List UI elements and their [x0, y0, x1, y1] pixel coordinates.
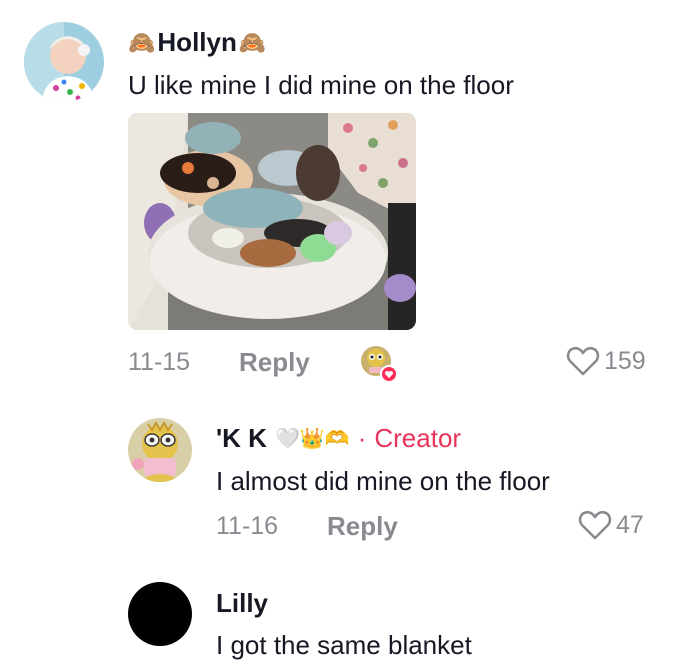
- comment-photo[interactable]: [128, 113, 416, 330]
- comment-text: I got the same blanket: [216, 630, 472, 660]
- comments-panel: 🙈 Hollyn 🙈 U like mine I did mine on the…: [0, 0, 686, 668]
- like-button[interactable]: 47: [578, 509, 644, 541]
- avatar-lilly[interactable]: [128, 582, 192, 646]
- creator-liked-badge: [360, 345, 398, 383]
- comment-username[interactable]: 🙈 Hollyn 🙈: [128, 27, 266, 58]
- like-count: 159: [604, 346, 646, 375]
- heart-outline-icon: [566, 346, 600, 376]
- comment-date: 11-15: [128, 348, 191, 376]
- avatar-kk[interactable]: [128, 418, 192, 482]
- username-emojis: 🤍👑🫶: [274, 428, 350, 450]
- reply-username-row[interactable]: 'K K 🤍👑🫶 · Creator: [216, 423, 461, 454]
- heart-outline-icon: [578, 510, 612, 540]
- reply-date: 11-16: [216, 512, 279, 540]
- comment-username[interactable]: Lilly: [216, 588, 268, 619]
- see-no-evil-monkey-icon: 🙈: [128, 29, 156, 55]
- reply-button[interactable]: Reply: [239, 347, 310, 378]
- reply-button[interactable]: Reply: [327, 511, 398, 542]
- avatar-hollyn[interactable]: [24, 22, 104, 102]
- comment-text: U like mine I did mine on the floor: [128, 70, 514, 100]
- like-button[interactable]: 159: [566, 345, 646, 377]
- reply-text: I almost did mine on the floor: [216, 466, 550, 496]
- creator-label: Creator: [374, 423, 462, 453]
- separator-dot: ·: [357, 423, 367, 453]
- see-no-evil-monkey-icon: 🙈: [238, 29, 267, 55]
- username-text: Hollyn: [157, 27, 237, 57]
- username-text: 'K K: [216, 423, 267, 453]
- like-count: 47: [616, 510, 644, 539]
